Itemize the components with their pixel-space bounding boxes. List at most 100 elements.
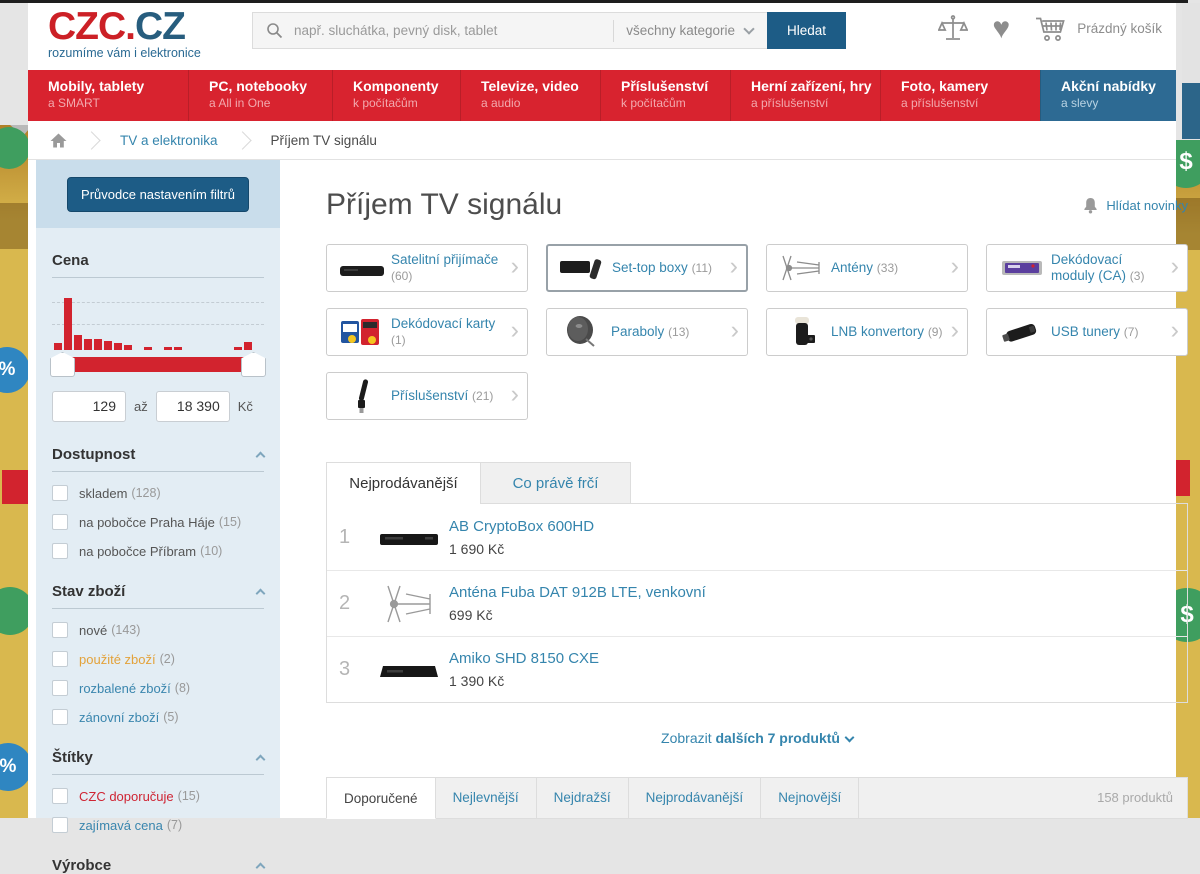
czc-logo[interactable]: CZC.CZ rozumíme vám i elektronice: [48, 7, 201, 60]
sort-tab-doporucene[interactable]: Doporučené: [326, 777, 436, 819]
subcategory-satelitni-prijimace[interactable]: Satelitní přijímače (60) ›: [326, 244, 528, 292]
category-dropdown[interactable]: všechny kategorie: [626, 23, 735, 38]
checkbox[interactable]: [52, 622, 68, 638]
chevron-up-icon: [256, 452, 266, 462]
product-row-1[interactable]: 1 AB CryptoBox 600HD 1 690 Kč: [327, 504, 1187, 570]
condition-section-heading[interactable]: Stav zboží: [52, 583, 264, 600]
main-navigation: Mobily, tablety a SMART PC, notebooky a …: [28, 70, 1176, 121]
product-image-receiver: [369, 524, 449, 550]
subcategory-prislusenstvi[interactable]: Příslušenství (21) ›: [326, 372, 528, 420]
rank-number: 3: [339, 658, 369, 681]
search-bar[interactable]: např. sluchátka, pevný disk, tablet všec…: [252, 12, 846, 49]
nav-item-komponenty[interactable]: Komponenty k počítačům: [332, 70, 460, 121]
skin-red-square: [2, 470, 28, 504]
bestsellers-list: 1 AB CryptoBox 600HD 1 690 Kč 2 A: [326, 503, 1188, 703]
chevron-down-icon[interactable]: [743, 23, 754, 34]
checkbox[interactable]: [52, 514, 68, 530]
antenna-image: [773, 254, 831, 282]
checkbox[interactable]: [52, 788, 68, 804]
cart-button[interactable]: Prázdný košík: [1034, 15, 1162, 42]
page-container: CZC.CZ rozumíme vám i elektronice např. …: [28, 3, 1176, 818]
checkbox[interactable]: [52, 651, 68, 667]
logo-text-blue: CZ: [135, 5, 185, 48]
skin-band: [0, 203, 28, 249]
subcategory-usb-tunery[interactable]: USB tunery (7) ›: [986, 308, 1188, 356]
nav-item-prislusenstvi[interactable]: Příslušenství k počítačům: [600, 70, 730, 121]
sort-tab-nejlevnejsi[interactable]: Nejlevnější: [436, 778, 537, 818]
nav-item-herni[interactable]: Herní zařízení, hry a příslušenství: [730, 70, 880, 121]
chevron-right-icon: ›: [511, 384, 523, 408]
nav-item-akcni-nabidky[interactable]: Akční nabídky a slevy: [1040, 70, 1176, 121]
ad-skin-left[interactable]: % %: [0, 125, 28, 818]
filter-pouzite-zbozi[interactable]: použité zboží (2): [52, 651, 264, 667]
window-top-edge: [0, 0, 1188, 3]
tab-co-prave-frci[interactable]: Co právě frčí: [481, 462, 631, 504]
chevron-right-icon: ›: [511, 256, 523, 280]
wishlist-heart-icon[interactable]: ♥: [992, 15, 1010, 43]
product-row-2[interactable]: 2 Anténa Fuba DAT 912B LTE, venkovní 699…: [327, 570, 1187, 636]
checkbox[interactable]: [52, 680, 68, 696]
breadcrumb-link-tv-a-elektronika[interactable]: TV a elektronika: [120, 133, 218, 148]
price-max-input[interactable]: 18 390: [156, 391, 230, 422]
subcategory-lnb-konvertory[interactable]: LNB konvertory (9) ›: [766, 308, 968, 356]
filter-zanovni-zbozi[interactable]: zánovní zboží (5): [52, 709, 264, 725]
search-divider: [613, 20, 614, 42]
slider-handle-min[interactable]: [50, 352, 75, 377]
product-price: 1 690 Kč: [449, 541, 594, 557]
price-currency-label: Kč: [238, 399, 253, 414]
sort-tab-nejprodavanejsi[interactable]: Nejprodávanější: [629, 778, 762, 818]
product-name[interactable]: Amiko SHD 8150 CXE: [449, 650, 599, 667]
price-min-input[interactable]: 129: [52, 391, 126, 422]
watch-news-button[interactable]: Hlídat novinky: [1083, 197, 1188, 214]
slider-track[interactable]: [61, 357, 255, 372]
filter-nove[interactable]: nové (143): [52, 622, 264, 638]
filter-rozbalene-zbozi[interactable]: rozbalené zboží (8): [52, 680, 264, 696]
section-divider: [52, 471, 264, 472]
checkbox[interactable]: [52, 485, 68, 501]
home-icon[interactable]: [50, 133, 67, 148]
tags-section-heading[interactable]: Štítky: [52, 749, 264, 766]
filter-pobocka-praha-haje[interactable]: na pobočce Praha Háje (15): [52, 514, 264, 530]
nav-item-foto[interactable]: Foto, kamery a příslušenství: [880, 70, 1040, 121]
checkbox[interactable]: [52, 817, 68, 833]
search-button[interactable]: Hledat: [767, 12, 846, 49]
filter-pobocka-pribram[interactable]: na pobočce Příbram (10): [52, 543, 264, 559]
price-histogram: [54, 298, 262, 350]
subcategory-paraboly[interactable]: Paraboly (13) ›: [546, 308, 748, 356]
availability-section-heading[interactable]: Dostupnost: [52, 446, 264, 463]
breadcrumb-current: Příjem TV signálu: [271, 133, 377, 148]
subcategory-set-top-boxy[interactable]: Set-top boxy (11) ›: [546, 244, 748, 292]
accessory-antenna-image: [333, 378, 391, 414]
filter-czc-doporucuje[interactable]: CZC doporučuje (15): [52, 788, 264, 804]
sort-tab-nejdrazsi[interactable]: Nejdražší: [537, 778, 629, 818]
nav-item-pc[interactable]: PC, notebooky a All in One: [188, 70, 332, 121]
show-more-products-link[interactable]: Zobrazit dalších 7 produktů: [326, 730, 1188, 746]
checkbox[interactable]: [52, 709, 68, 725]
dish-image: [553, 315, 611, 349]
ca-module-image: [993, 257, 1051, 279]
product-name[interactable]: Anténa Fuba DAT 912B LTE, venkovní: [449, 584, 706, 601]
search-input[interactable]: např. sluchátka, pevný disk, tablet: [294, 23, 613, 38]
subcategory-anteny[interactable]: Antény (33) ›: [766, 244, 968, 292]
skin-dollar-badge: $: [1176, 140, 1200, 188]
compare-scales-icon[interactable]: [938, 14, 968, 43]
manufacturer-section-heading[interactable]: Výrobce: [52, 857, 264, 874]
nav-item-televize[interactable]: Televize, video a audio: [460, 70, 600, 121]
section-divider: [52, 774, 264, 775]
scrollbar-thumb[interactable]: [1182, 83, 1200, 139]
filter-guide-button[interactable]: Průvodce nastavením filtrů: [67, 177, 249, 212]
subcategory-dekodovaci-karty[interactable]: Dekódovací karty (1) ›: [326, 308, 528, 356]
filter-skladem[interactable]: skladem (128): [52, 485, 264, 501]
nav-item-mobily[interactable]: Mobily, tablety a SMART: [28, 70, 188, 121]
filter-zajimava-cena[interactable]: zajímavá cena (7): [52, 817, 264, 833]
subcategory-dekodovaci-moduly[interactable]: Dekódovací moduly (CA) (3) ›: [986, 244, 1188, 292]
subcategory-grid: Satelitní přijímače (60) › Set-top boxy …: [326, 244, 1188, 420]
product-row-3[interactable]: 3 Amiko SHD 8150 CXE 1 390 Kč: [327, 636, 1187, 702]
checkbox[interactable]: [52, 543, 68, 559]
chevron-right-icon: ›: [951, 256, 963, 280]
slider-handle-max[interactable]: [241, 352, 266, 377]
sort-tab-nejnovejsi[interactable]: Nejnovější: [761, 778, 859, 818]
product-name[interactable]: AB CryptoBox 600HD: [449, 518, 594, 535]
tab-nejprodavanejsi[interactable]: Nejprodávanější: [326, 462, 481, 504]
chevron-up-icon: [256, 755, 266, 765]
